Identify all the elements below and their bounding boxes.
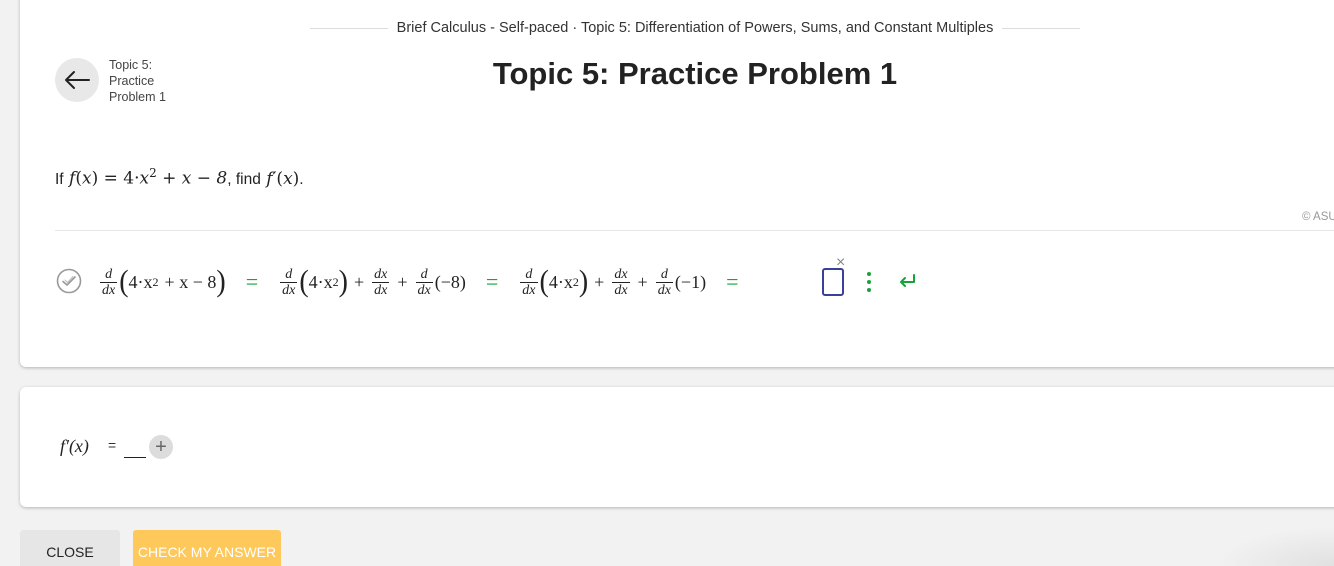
expr-tail: x − 8 bbox=[181, 168, 228, 189]
equals-sign: = bbox=[245, 269, 259, 294]
step1-inner: 4·x bbox=[128, 271, 153, 292]
more-options-icon[interactable] bbox=[864, 272, 874, 292]
close-icon[interactable]: × bbox=[836, 255, 845, 271]
answer-card bbox=[20, 387, 1334, 507]
divider bbox=[55, 230, 1334, 231]
corner-shade bbox=[1214, 526, 1334, 566]
add-icon[interactable]: + bbox=[149, 435, 173, 459]
plus-sign: + bbox=[594, 271, 605, 292]
check-answer-button[interactable]: CHECK MY ANSWER bbox=[133, 530, 281, 566]
derivative-operator: d dx bbox=[655, 266, 673, 298]
dx-over-dx: dx dx bbox=[612, 266, 630, 298]
function-name: f bbox=[69, 168, 76, 189]
check-circle-icon[interactable] bbox=[56, 268, 82, 294]
page-title: Topic 5: Practice Problem 1 bbox=[492, 56, 898, 91]
expr-exp: 2 bbox=[149, 166, 157, 180]
breadcrumb: Brief Calculus - Self-paced · Topic 5: D… bbox=[396, 20, 994, 36]
equals-sign: = bbox=[726, 269, 739, 294]
target-name: f′ bbox=[266, 168, 277, 189]
expr-coef: 4 bbox=[123, 168, 135, 189]
problem-prefix: If bbox=[55, 170, 64, 188]
step2-term3: (−8) bbox=[434, 271, 466, 292]
work-steps: d dx (4·x 2 + x − 8) = d dx (4·x 2) + dx dx + … bbox=[100, 264, 739, 299]
answer-equals: = bbox=[108, 437, 117, 453]
step3-term3: (−1) bbox=[674, 271, 707, 292]
back-label: Topic 5: Practice Problem 1 bbox=[109, 58, 166, 104]
dx-over-dx: dx dx bbox=[372, 266, 390, 298]
plus-sign: + bbox=[353, 271, 365, 292]
arrow-left-icon bbox=[65, 71, 90, 89]
enter-return-icon[interactable] bbox=[896, 270, 918, 292]
answer-label: f′(x) bbox=[60, 436, 89, 456]
problem-math: f(x) = 4·x2 + x − 8 bbox=[69, 166, 228, 189]
problem-target: f′(x) bbox=[266, 168, 300, 189]
breadcrumb-line-right bbox=[1002, 27, 1081, 29]
derivative-operator: d dx bbox=[100, 266, 118, 298]
problem-suffix: . bbox=[299, 170, 304, 188]
breadcrumb-line-left bbox=[310, 27, 388, 29]
breadcrumb-bar: Brief Calculus - Self-paced · Topic 5: D… bbox=[310, 18, 1081, 38]
problem-statement: If f(x) = 4·x2 + x − 8 , find f′(x) . bbox=[55, 166, 304, 189]
step1-tail: + x − 8 bbox=[164, 271, 217, 292]
step3-term1: 4·x bbox=[548, 271, 573, 292]
copyright: © ASU bbox=[1302, 211, 1334, 223]
plus-sign: + bbox=[397, 271, 408, 292]
close-button[interactable]: CLOSE bbox=[20, 530, 120, 566]
plus-sign: + bbox=[637, 271, 648, 292]
derivative-operator: d dx bbox=[415, 266, 433, 298]
step1-exp: 2 bbox=[152, 274, 159, 289]
derivative-operator: d dx bbox=[520, 266, 538, 298]
derivative-operator: d dx bbox=[280, 266, 298, 298]
equals-sign: = bbox=[485, 269, 499, 294]
step2-term1: 4·x bbox=[308, 271, 333, 292]
answer-blank[interactable] bbox=[124, 457, 146, 458]
function-variable: x bbox=[81, 168, 92, 189]
problem-find-text: , find bbox=[227, 170, 261, 188]
back-button[interactable] bbox=[55, 58, 99, 102]
math-input-slot[interactable] bbox=[822, 268, 844, 296]
